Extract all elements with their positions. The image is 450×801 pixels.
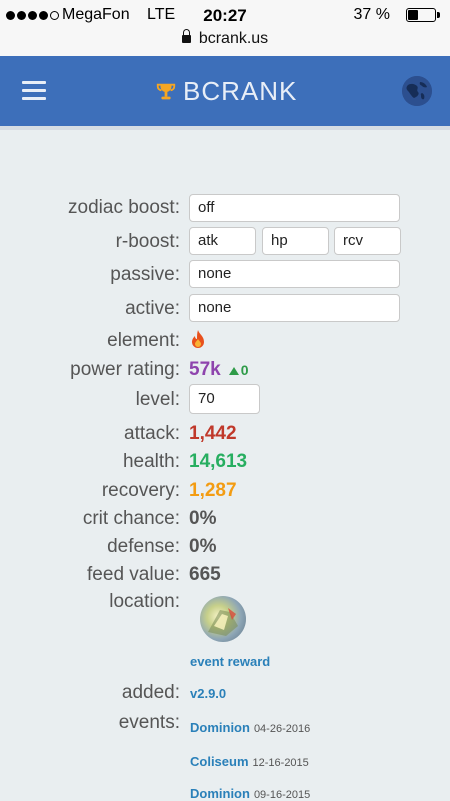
- defense-label: defense:: [107, 536, 180, 557]
- recovery-label: recovery:: [101, 480, 180, 501]
- r-boost-hp-input[interactable]: hp: [262, 227, 329, 255]
- battery-percent: 37 %: [353, 6, 390, 23]
- r-boost-atk-input[interactable]: atk: [189, 227, 256, 255]
- active-label: active:: [125, 298, 180, 319]
- attack-label: attack:: [124, 423, 180, 444]
- passive-select[interactable]: none: [189, 260, 400, 288]
- feed-value-label: feed value:: [87, 564, 180, 585]
- added-label: added:: [121, 682, 180, 703]
- url-text: bcrank.us: [198, 30, 269, 47]
- passive-label: passive:: [110, 264, 180, 285]
- up-arrow-icon: [228, 367, 239, 375]
- feed-value-value: 665: [189, 564, 221, 585]
- globe-icon[interactable]: [402, 76, 432, 106]
- battery-icon: [406, 8, 440, 22]
- crit-chance-value: 0%: [189, 508, 217, 529]
- attack-value: 1,442: [189, 423, 237, 444]
- defense-value: 0%: [189, 536, 217, 557]
- hamburger-menu-icon[interactable]: [22, 81, 46, 101]
- event-reward-link[interactable]: event reward: [190, 654, 270, 669]
- crit-chance-label: crit chance:: [82, 508, 180, 529]
- brand-logo[interactable]: BCRANK: [155, 76, 297, 107]
- status-bar: MegaFon LTE 20:27 37 % bcrank.us: [0, 0, 450, 56]
- power-rating-value: 57k: [189, 359, 221, 380]
- power-rating-value-row: 57k 0: [189, 359, 249, 381]
- lock-icon: [181, 29, 191, 43]
- health-label: health:: [122, 451, 180, 472]
- events-label: events:: [118, 712, 180, 733]
- address-bar[interactable]: bcrank.us: [0, 29, 450, 48]
- active-select[interactable]: none: [189, 294, 400, 322]
- trophy-icon: [156, 83, 176, 100]
- event-name: Dominion: [190, 786, 250, 801]
- brand-name: BCRANK: [183, 76, 298, 106]
- event-name: Coliseum: [190, 754, 249, 769]
- event-link[interactable]: Dominion 04-26-2016: [190, 720, 310, 735]
- level-input[interactable]: 70: [189, 384, 260, 414]
- event-date: 12-16-2015: [252, 757, 309, 769]
- added-version-link[interactable]: v2.9.0: [190, 686, 226, 701]
- nav-divider: [0, 126, 450, 130]
- event-name: Dominion: [190, 720, 250, 735]
- event-date: 04-26-2016: [253, 723, 311, 735]
- r-boost-label: r-boost:: [115, 231, 180, 252]
- event-link[interactable]: Coliseum 12-16-2015: [190, 754, 309, 769]
- level-label: level:: [135, 389, 180, 410]
- power-rating-delta-value: 0: [240, 362, 249, 378]
- location-label: location:: [109, 591, 180, 612]
- location-thumbnail[interactable]: [200, 596, 246, 642]
- power-rating-label: power rating:: [70, 359, 180, 380]
- event-date: 09-16-2015: [253, 789, 311, 801]
- recovery-value: 1,287: [189, 480, 237, 501]
- health-value: 14,613: [189, 451, 248, 472]
- element-label: element:: [107, 330, 180, 351]
- fire-icon: [192, 330, 204, 348]
- power-rating-delta: 0: [228, 362, 249, 378]
- zodiac-boost-select[interactable]: off: [189, 194, 400, 222]
- zodiac-boost-label: zodiac boost:: [68, 197, 180, 218]
- r-boost-rcv-input[interactable]: rcv: [334, 227, 401, 255]
- top-navbar: BCRANK: [0, 56, 450, 126]
- event-link[interactable]: Dominion 09-16-2015: [190, 786, 310, 801]
